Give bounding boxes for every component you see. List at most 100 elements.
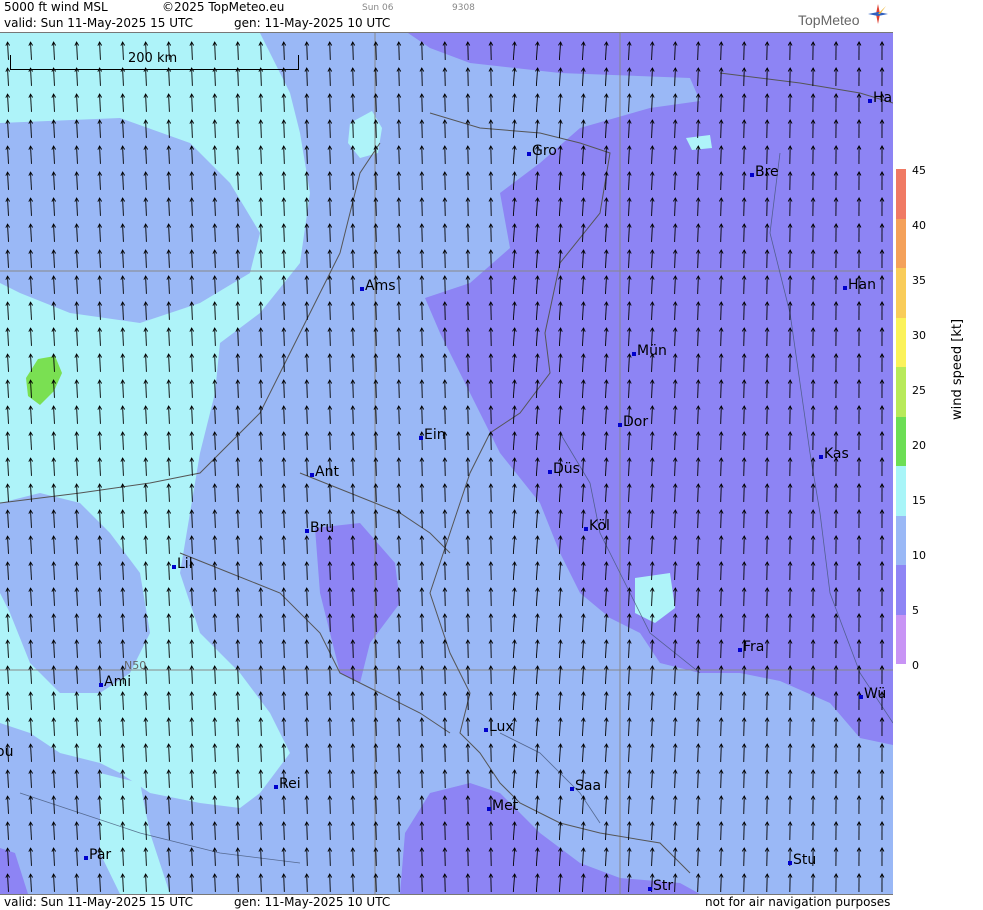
city-marker[interactable]: Ami (99, 674, 131, 690)
city-marker[interactable]: Dor (618, 414, 648, 430)
city-marker[interactable]: Fra (738, 639, 764, 655)
wind-arrow (284, 640, 285, 658)
wind-arrow (31, 744, 32, 762)
wind-arrow (513, 536, 514, 554)
wind-arrow (307, 666, 308, 684)
wind-arrow (307, 692, 308, 710)
city-marker[interactable]: Met (487, 798, 518, 814)
city-marker[interactable]: Saa (570, 778, 601, 794)
city-marker[interactable]: Ams (360, 278, 396, 294)
wind-arrow (192, 848, 193, 866)
city-marker[interactable]: Stu (788, 852, 816, 868)
city-dot-icon (527, 152, 531, 156)
wind-arrow (629, 666, 630, 684)
wind-arrow (261, 562, 262, 580)
wind-arrow (721, 250, 722, 268)
colorbar-segment (896, 268, 906, 318)
wind-arrow (353, 484, 354, 502)
city-marker[interactable]: Bru (305, 520, 334, 536)
city-dot-icon (310, 473, 314, 477)
city-marker[interactable]: Ant (310, 464, 339, 480)
footer-disclaimer: not for air navigation purposes (705, 895, 890, 909)
wind-arrow (284, 796, 285, 814)
wind-arrow (169, 874, 170, 892)
city-marker[interactable]: Han (843, 277, 876, 293)
city-marker[interactable]: Bre (750, 164, 779, 180)
city-marker[interactable]: Mün (632, 343, 667, 359)
wind-arrow (215, 614, 216, 632)
wind-arrow (8, 796, 9, 814)
city-marker[interactable]: Lux (484, 719, 514, 735)
city-marker[interactable]: Düs (548, 461, 580, 477)
colorbar-tick-label: 45 (912, 164, 926, 177)
wind-arrow (376, 718, 377, 736)
wind-arrow (353, 458, 354, 476)
wind-arrow (399, 458, 400, 476)
wind-arrow (582, 666, 583, 684)
wind-arrow (261, 510, 262, 528)
wind-arrow (399, 562, 400, 580)
wind-arrow (284, 692, 285, 710)
scale-label: 200 km (128, 51, 177, 66)
city-marker[interactable]: Köl (584, 518, 610, 534)
wind-arrow (54, 770, 55, 788)
wind-arrow (376, 406, 377, 424)
wind-arrow (100, 770, 101, 788)
wind-arrow (399, 822, 400, 840)
wind-arrow (744, 68, 745, 86)
wind-arrow (146, 796, 147, 814)
wind-arrow (675, 718, 676, 736)
wind-arrow (238, 848, 239, 866)
city-dot-icon (570, 787, 574, 791)
city-marker[interactable]: ou (0, 744, 13, 760)
city-marker[interactable]: Rei (274, 776, 301, 792)
wind-arrow (744, 848, 745, 866)
city-marker[interactable]: Wü (859, 686, 886, 702)
wind-arrow (721, 302, 722, 320)
wind-arrow (513, 146, 514, 164)
wind-arrow (238, 328, 239, 346)
wind-arrow (330, 146, 331, 164)
wind-arrow (284, 406, 285, 424)
wind-arrow (744, 692, 745, 710)
wind-arrow (721, 718, 722, 736)
wind-arrow (652, 848, 653, 866)
city-marker[interactable]: Kas (819, 446, 849, 462)
city-marker[interactable]: Par (84, 847, 111, 863)
city-marker[interactable]: Lil (172, 556, 193, 572)
wind-arrow (353, 510, 354, 528)
wind-arrow (399, 198, 400, 216)
wind-arrow (399, 94, 400, 112)
wind-arrow (261, 640, 262, 658)
city-marker[interactable]: Gro (527, 143, 557, 159)
wind-arrow (721, 198, 722, 216)
wind-arrow (307, 770, 308, 788)
wind-arrow (376, 848, 377, 866)
city-marker[interactable]: Ha (868, 90, 892, 106)
wind-arrow (353, 848, 354, 866)
wind-arrow (652, 666, 653, 684)
wind-arrow (54, 874, 55, 892)
colorbar-segment (896, 516, 906, 566)
wind-arrow (744, 562, 745, 580)
wind-arrow (353, 822, 354, 840)
wind-arrow (8, 770, 9, 788)
wind-arrow (353, 744, 354, 762)
wind-arrow (559, 718, 560, 736)
wind-arrow (284, 120, 285, 138)
city-dot-icon (172, 565, 176, 569)
wind-arrow (513, 484, 514, 502)
wind-arrow (559, 588, 560, 606)
city-marker[interactable]: Str (648, 878, 673, 894)
colorbar-segment (896, 466, 906, 516)
wind-arrow (330, 848, 331, 866)
wind-map[interactable]: 200 km N50 Ha Gro Bre Ams Han Mün Dor Ei… (0, 33, 893, 894)
wind-arrow (605, 770, 606, 788)
wind-arrow (307, 796, 308, 814)
wind-arrow (330, 640, 331, 658)
city-marker[interactable]: Ein (419, 427, 446, 443)
wind-arrow (192, 822, 193, 840)
colorbar-unit-label: wind speed [kt] (950, 319, 965, 420)
wind-arrow (307, 744, 308, 762)
wind-arrow (77, 874, 78, 892)
